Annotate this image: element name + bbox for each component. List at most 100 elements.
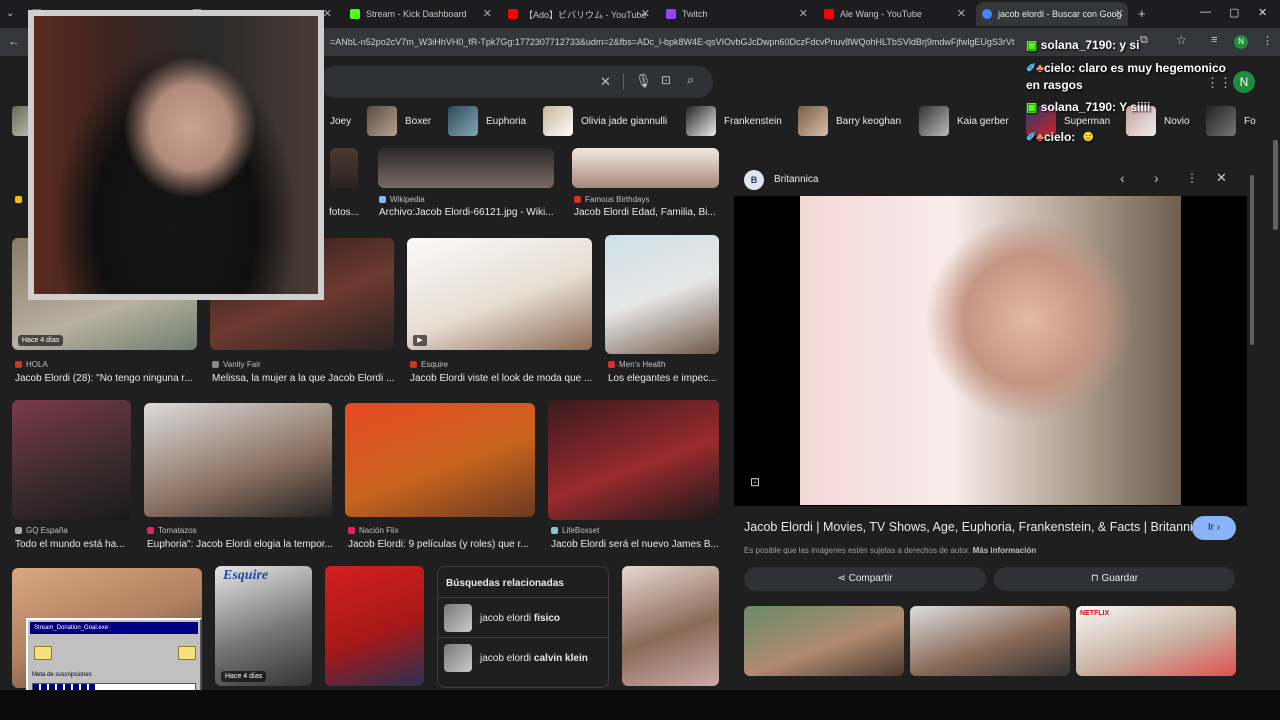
- result-source: Men's Health: [608, 360, 665, 369]
- result-image[interactable]: [330, 148, 358, 188]
- result-caption[interactable]: Jacob Elordi será el nuevo James B...: [551, 539, 719, 550]
- result-source: Famous Birthdays: [574, 195, 649, 204]
- result-caption[interactable]: Euphoria": Jacob Elordi elogia la tempor…: [147, 539, 332, 550]
- source-favicon: [410, 361, 417, 368]
- related-image[interactable]: NETFLIX: [1076, 606, 1236, 676]
- result-image[interactable]: [378, 148, 554, 188]
- tab-search-icon[interactable]: ⌄: [6, 8, 14, 19]
- emote-icon: ☻: [1075, 128, 1097, 145]
- new-tab-button[interactable]: +: [1138, 6, 1146, 21]
- lens-icon[interactable]: ⊡: [750, 475, 760, 489]
- close-icon[interactable]: ✕: [641, 7, 650, 20]
- next-icon[interactable]: ›: [1154, 170, 1159, 186]
- preview-image[interactable]: [800, 196, 1181, 505]
- tab-kick[interactable]: Stream - Kick Dashboard ✕: [344, 2, 496, 26]
- chip-frankenstein[interactable]: Frankenstein: [686, 106, 782, 136]
- source-name[interactable]: Britannica: [774, 174, 818, 185]
- result-source: GQ España: [15, 526, 68, 535]
- result-image[interactable]: Esquire Hace 4 días: [215, 566, 312, 686]
- result-image[interactable]: [12, 400, 131, 520]
- chat-badge-icon: ▣: [1026, 100, 1038, 114]
- tab-google-search[interactable]: jacob elordi - Buscar con Goog ✕: [976, 2, 1128, 26]
- result-title[interactable]: Jacob Elordi | Movies, TV Shows, Age, Eu…: [744, 520, 1206, 534]
- related-image[interactable]: [744, 606, 904, 676]
- related-thumbnail: [444, 644, 472, 672]
- result-image[interactable]: [144, 403, 332, 517]
- minimize-button[interactable]: —: [1200, 6, 1211, 18]
- result-image[interactable]: [345, 403, 535, 517]
- time-badge: Hace 4 días: [221, 671, 267, 682]
- more-info-link[interactable]: Más información: [973, 546, 1037, 555]
- related-item-calvin-klein[interactable]: jacob elordi calvin klein: [444, 643, 588, 673]
- result-image[interactable]: [325, 566, 424, 686]
- save-button[interactable]: ⊓ Guardar: [994, 567, 1235, 591]
- webcam-overlay: [28, 10, 324, 300]
- close-icon[interactable]: ✕: [323, 7, 332, 20]
- clear-icon[interactable]: ✕: [600, 74, 611, 90]
- result-image[interactable]: [572, 148, 719, 188]
- folder-icon: [34, 646, 52, 660]
- result-image[interactable]: [622, 566, 719, 686]
- tab-youtube-ale[interactable]: Ale Wang - YouTube ✕: [818, 2, 970, 26]
- chat-message: ▣ solana_7190: Y siiii: [1026, 100, 1151, 114]
- tab-twitch[interactable]: Twitch ✕: [660, 2, 812, 26]
- related-image[interactable]: [910, 606, 1070, 676]
- lens-icon[interactable]: ⊡: [661, 73, 671, 87]
- source-favicon: [15, 361, 22, 368]
- scrollbar[interactable]: [1250, 175, 1254, 345]
- result-source: HOLA: [15, 360, 48, 369]
- maximize-button[interactable]: ▢: [1229, 6, 1239, 19]
- source-logo: B: [744, 170, 764, 190]
- result-caption[interactable]: Jacob Elordi Edad, Familia, Bi...: [574, 207, 716, 218]
- result-image[interactable]: [605, 235, 719, 354]
- result-source: Wikipedia: [379, 195, 425, 204]
- chip-kaia[interactable]: Kaia gerber: [919, 106, 1009, 136]
- result-source: LifeBoxset: [551, 526, 599, 535]
- more-icon[interactable]: ⋮: [1186, 171, 1198, 185]
- result-caption[interactable]: Jacob Elordi: 9 películas (y roles) que …: [348, 539, 534, 550]
- chip-joey[interactable]: Joey: [330, 106, 351, 136]
- chat-badge-icon: ✐: [1026, 130, 1037, 144]
- bookmark-icon: ⊓: [1090, 573, 1099, 584]
- back-icon[interactable]: ←: [8, 34, 20, 48]
- share-button[interactable]: ⋖ Compartir: [744, 567, 986, 591]
- result-image[interactable]: [548, 400, 719, 520]
- microphone-icon[interactable]: 🎙: [635, 73, 652, 89]
- close-icon[interactable]: ✕: [483, 7, 492, 20]
- address-bar[interactable]: =ANbL-n52po2cV7m_W3iHhVH0_fR-Tpk7Gg:1772…: [330, 32, 1030, 52]
- result-caption[interactable]: Todo el mundo está ha...: [15, 539, 131, 550]
- close-icon[interactable]: ✕: [1216, 170, 1227, 186]
- result-caption[interactable]: Jacob Elordi viste el look de moda que .…: [410, 373, 592, 384]
- result-caption[interactable]: fotos...: [329, 207, 359, 218]
- chip-barry[interactable]: Barry keoghan: [798, 106, 901, 136]
- donation-goal-widget: Stream_Donation_Goal.exe Meta de suscrip…: [26, 618, 202, 698]
- close-window-button[interactable]: ✕: [1258, 6, 1267, 19]
- google-icon: [982, 9, 992, 19]
- chat-message: ▣ solana_7190: y si: [1026, 38, 1140, 52]
- search-box[interactable]: ✕ 🎙 ⊡ ⌕: [320, 66, 713, 98]
- close-icon[interactable]: ✕: [1115, 7, 1124, 20]
- related-item-fisico[interactable]: jacob elordi fisico: [444, 603, 560, 633]
- chip-olivia[interactable]: Olivia jade giannulli: [543, 106, 667, 136]
- chat-badge-icon: ▣: [1026, 38, 1038, 52]
- result-caption[interactable]: Melissa, la mujer a la que Jacob Elordi …: [212, 373, 394, 384]
- chip-boxer[interactable]: Boxer: [367, 106, 431, 136]
- netflix-logo: NETFLIX: [1080, 610, 1110, 617]
- result-caption[interactable]: Los elegantes e impec...: [608, 373, 720, 384]
- result-image[interactable]: ▶: [407, 238, 592, 350]
- divider: [438, 637, 608, 638]
- result-caption[interactable]: Jacob Elordi (28): "No tengo ninguna r..…: [15, 373, 195, 384]
- search-icon[interactable]: ⌕: [687, 72, 694, 88]
- close-icon[interactable]: ✕: [957, 7, 966, 20]
- source-favicon: [147, 527, 154, 534]
- chip-euphoria[interactable]: Euphoria: [448, 106, 526, 136]
- tab-youtube-ado[interactable]: 【Ado】ビバリウム - YouTube ✕: [502, 2, 654, 26]
- result-caption[interactable]: Archivo:Jacob Elordi-66121.jpg - Wiki...: [379, 207, 554, 218]
- visit-button[interactable]: Ir ›: [1192, 516, 1236, 540]
- related-title: Búsquedas relacionadas: [446, 578, 564, 589]
- close-icon[interactable]: ✕: [799, 7, 808, 20]
- chip-thumbnail: [686, 106, 716, 136]
- source-favicon: [551, 527, 558, 534]
- share-icon: ⋖: [837, 573, 846, 584]
- prev-icon[interactable]: ‹: [1120, 170, 1125, 186]
